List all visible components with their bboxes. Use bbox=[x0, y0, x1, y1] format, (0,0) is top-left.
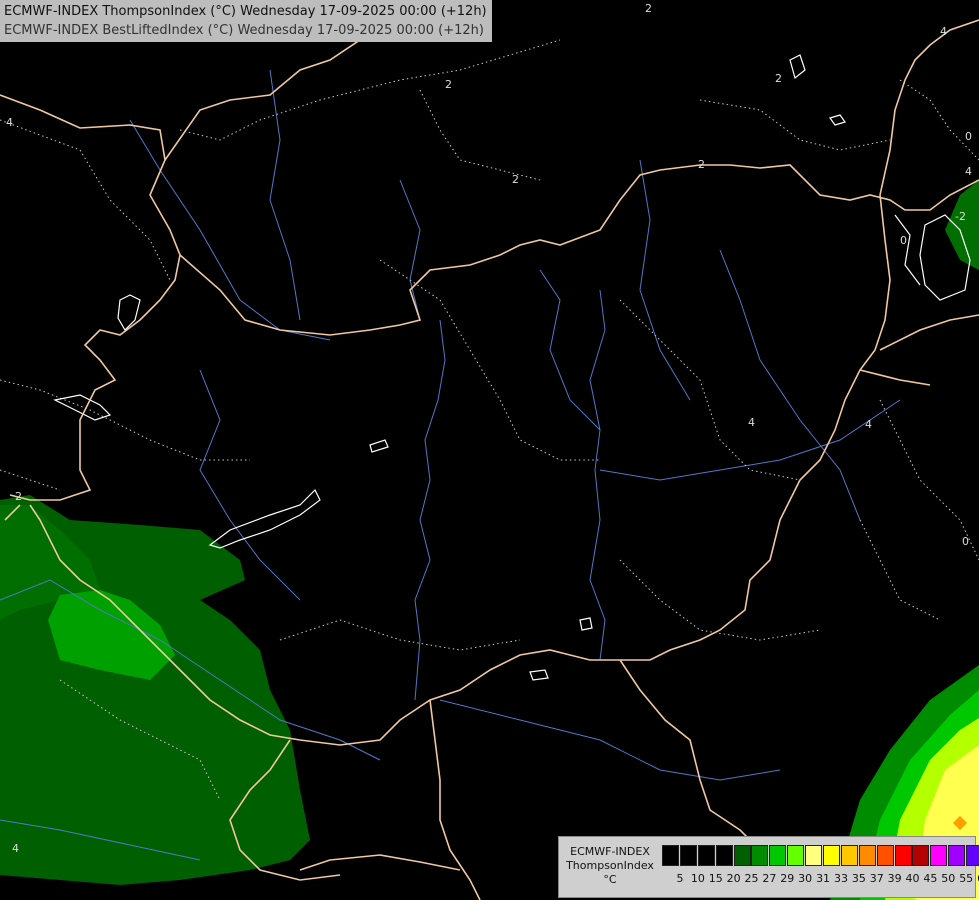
contour-label: -2 bbox=[955, 210, 966, 223]
legend-tick: 35 bbox=[851, 872, 866, 885]
legend-tick: 10 bbox=[690, 872, 705, 885]
legend-tick: 30 bbox=[798, 872, 813, 885]
contour-label: 4 bbox=[965, 165, 972, 178]
contour-label: 4 bbox=[865, 418, 872, 431]
legend-tick: 50 bbox=[941, 872, 956, 885]
contour-label: 2 bbox=[512, 173, 519, 186]
contour-label: 2 bbox=[645, 2, 652, 15]
color-legend: ECMWF-INDEX ThompsonIndex °C 5 10 15 20 25 27… bbox=[558, 836, 979, 898]
legend-swatch bbox=[805, 845, 823, 866]
legend-parameter: ThompsonIndex bbox=[566, 859, 654, 872]
legend-tick: 55 bbox=[959, 872, 974, 885]
legend-swatch bbox=[876, 845, 894, 866]
legend-tick: 37 bbox=[869, 872, 884, 885]
contour-label: 2 bbox=[698, 158, 705, 171]
legend-tick: 39 bbox=[887, 872, 902, 885]
contour-label: 0 bbox=[962, 535, 969, 548]
contour-label: 4 bbox=[748, 416, 755, 429]
legend-swatch bbox=[930, 845, 948, 866]
legend-tick: 31 bbox=[816, 872, 831, 885]
legend-swatch bbox=[948, 845, 966, 866]
legend-swatches bbox=[662, 845, 979, 866]
legend-tick: 5 bbox=[676, 872, 684, 885]
legend-ticks: 5 1015202527293031333537394045505560 bbox=[662, 872, 979, 885]
legend-swatch bbox=[679, 845, 697, 866]
contour-label: 4 bbox=[12, 842, 19, 855]
legend-label: ECMWF-INDEX ThompsonIndex °C bbox=[561, 845, 659, 887]
legend-tick: 60 bbox=[975, 872, 979, 885]
legend-swatch bbox=[662, 845, 679, 866]
legend-swatch bbox=[697, 845, 715, 866]
title-thompson-index: ECMWF-INDEX ThompsonIndex (°C) Wednesday… bbox=[4, 4, 487, 19]
weather-map: 2 2 2 2 2 4 4 4 4 0 0 2 4 -2 4 0 bbox=[0, 0, 979, 900]
legend-swatch bbox=[823, 845, 841, 866]
legend-swatch bbox=[751, 845, 769, 866]
legend-swatch bbox=[858, 845, 876, 866]
legend-swatch bbox=[715, 845, 733, 866]
legend-tick: 27 bbox=[762, 872, 777, 885]
legend-swatch bbox=[966, 845, 979, 866]
legend-swatch bbox=[840, 845, 858, 866]
legend-tick: 15 bbox=[708, 872, 723, 885]
legend-tick: 40 bbox=[905, 872, 920, 885]
legend-swatch bbox=[787, 845, 805, 866]
legend-swatch bbox=[894, 845, 912, 866]
contour-label: 4 bbox=[6, 116, 13, 129]
contour-label: 4 bbox=[940, 25, 947, 38]
legend-tick: 29 bbox=[780, 872, 795, 885]
legend-model: ECMWF-INDEX bbox=[570, 845, 650, 858]
title-best-lifted-index: ECMWF-INDEX BestLiftedIndex (°C) Wednesd… bbox=[4, 23, 484, 38]
legend-tick: 33 bbox=[833, 872, 848, 885]
legend-tick: 20 bbox=[726, 872, 741, 885]
legend-swatch bbox=[733, 845, 751, 866]
legend-unit: °C bbox=[603, 873, 617, 886]
contour-label: 2 bbox=[15, 490, 22, 503]
legend-swatch bbox=[769, 845, 787, 866]
legend-tick: 25 bbox=[744, 872, 759, 885]
map-title: ECMWF-INDEX ThompsonIndex (°C) Wednesday… bbox=[0, 0, 492, 42]
contour-label: 2 bbox=[775, 72, 782, 85]
legend-tick: 45 bbox=[923, 872, 938, 885]
contour-label: 2 bbox=[445, 78, 452, 91]
contour-label: 0 bbox=[900, 234, 907, 247]
legend-swatch bbox=[912, 845, 930, 866]
contour-label: 0 bbox=[965, 130, 972, 143]
